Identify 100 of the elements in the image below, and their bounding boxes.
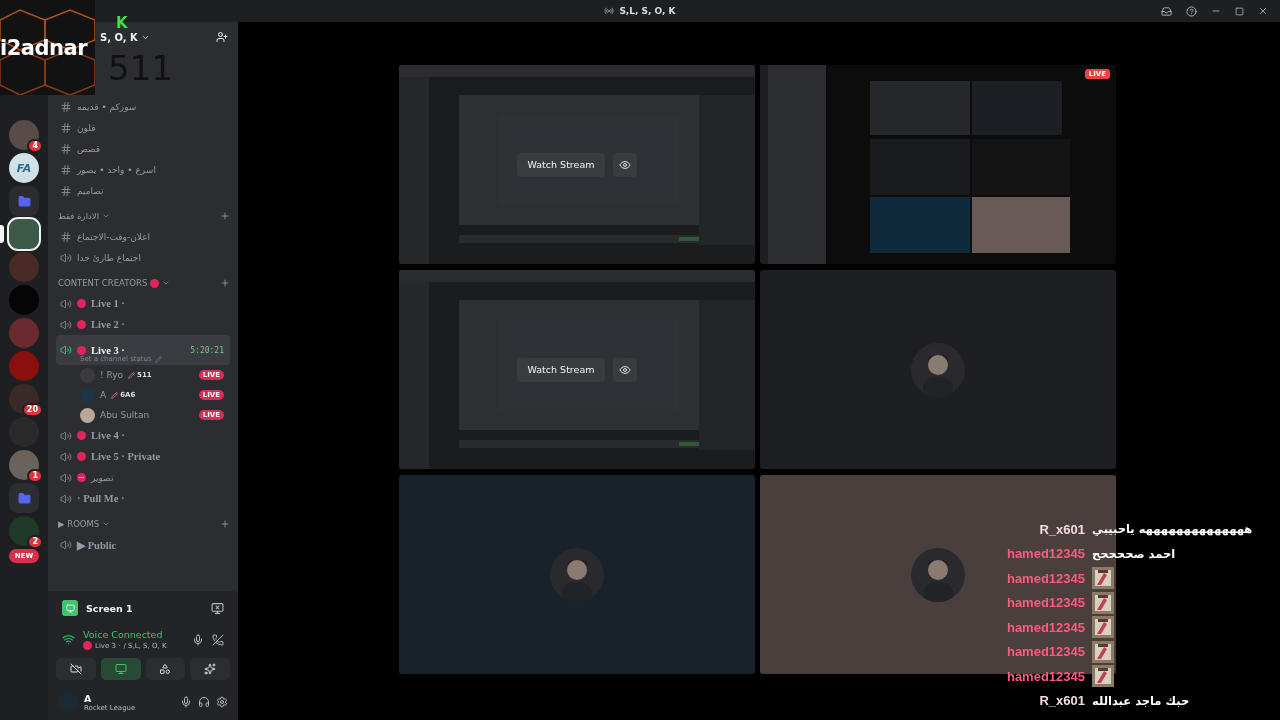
hash-icon bbox=[60, 121, 72, 134]
chat-username: hamed12345 bbox=[1005, 546, 1085, 562]
unread-badge: 1 bbox=[27, 469, 43, 483]
add-channel-icon[interactable] bbox=[220, 519, 230, 529]
chevron-down-icon[interactable] bbox=[102, 212, 111, 220]
preview-button[interactable] bbox=[613, 152, 638, 177]
channel-item[interactable]: تصوير bbox=[56, 467, 230, 488]
voice-control-button[interactable] bbox=[145, 658, 186, 680]
screen-share-icon bbox=[114, 663, 127, 675]
pencil-icon bbox=[128, 371, 136, 379]
channel-item[interactable]: Live 2 · bbox=[56, 314, 230, 335]
record-dot-icon bbox=[83, 641, 92, 650]
stop-stream-icon[interactable] bbox=[211, 601, 224, 615]
call-timer: 5:20:21 bbox=[190, 345, 224, 355]
user-name[interactable]: A bbox=[84, 692, 174, 704]
watch-stream-button[interactable]: Watch Stream bbox=[516, 152, 606, 177]
hash-icon bbox=[60, 184, 72, 197]
server-logo: K bbox=[116, 14, 128, 32]
category-label[interactable]: ▶ ROOMS bbox=[58, 519, 100, 529]
screen-share-title: Screen 1 bbox=[86, 602, 133, 614]
hash-icon bbox=[60, 100, 72, 113]
speaker-icon bbox=[60, 471, 72, 484]
voice-control-button[interactable] bbox=[100, 658, 141, 680]
speaker-icon bbox=[60, 538, 72, 551]
maximize-icon[interactable] bbox=[1235, 6, 1244, 16]
voice-control-button[interactable] bbox=[190, 658, 230, 680]
server-icon[interactable]: FA bbox=[9, 153, 39, 183]
settings-button[interactable] bbox=[216, 696, 228, 708]
member-name[interactable]: A bbox=[100, 390, 107, 400]
chat-username: R_x601 bbox=[1038, 521, 1085, 537]
channel-item[interactable]: Live 1 · bbox=[56, 293, 230, 314]
deafen-button[interactable] bbox=[198, 696, 210, 708]
chat-username: hamed12345 bbox=[1005, 668, 1085, 684]
channel-item[interactable]: اعلان-وقت-الاجتماع bbox=[56, 226, 230, 247]
server-icon[interactable]: 1 bbox=[9, 450, 39, 480]
server-icon[interactable]: 2 bbox=[9, 516, 39, 546]
activities-icon bbox=[159, 663, 172, 675]
channel-item[interactable]: · Pull Me · bbox=[56, 488, 230, 509]
speaker-icon bbox=[60, 251, 72, 264]
server-icon[interactable]: 20 bbox=[9, 384, 39, 414]
channel-item[interactable]: Live 5 · Private bbox=[56, 446, 230, 467]
participant-tile[interactable] bbox=[760, 270, 1116, 469]
voice-status[interactable]: Voice Connected bbox=[83, 629, 184, 640]
pencil-icon bbox=[111, 391, 119, 399]
chevron-down-icon[interactable] bbox=[162, 279, 171, 287]
unread-badge: 20 bbox=[21, 403, 43, 417]
hash-icon bbox=[60, 230, 72, 243]
chat-username: hamed12345 bbox=[1005, 570, 1085, 586]
speaker-icon bbox=[60, 318, 72, 331]
inbox-icon[interactable] bbox=[1161, 5, 1172, 17]
speaker-icon bbox=[60, 297, 72, 310]
hash-icon bbox=[60, 142, 72, 155]
member-name[interactable]: ! Ryo bbox=[100, 370, 124, 380]
channel-item[interactable]: اسرع • واحد • يصور bbox=[56, 159, 230, 180]
selected-indicator bbox=[0, 225, 4, 243]
server-icon[interactable]: 4 bbox=[9, 120, 39, 150]
invite-icon[interactable] bbox=[216, 31, 228, 43]
soundboard-icon bbox=[204, 663, 217, 675]
chat-username: R_x601 bbox=[1038, 693, 1085, 709]
unread-badge: 4 bbox=[27, 139, 43, 153]
chevron-down-icon[interactable] bbox=[102, 520, 111, 528]
watch-stream-button[interactable]: Watch Stream bbox=[516, 357, 606, 382]
eye-icon bbox=[619, 363, 632, 376]
camera-off-icon bbox=[69, 663, 82, 675]
voice-control-button[interactable] bbox=[56, 658, 96, 680]
server-folder[interactable] bbox=[9, 483, 39, 513]
disconnect-button[interactable] bbox=[212, 633, 224, 646]
category-label[interactable]: الادارة فقط bbox=[58, 211, 100, 221]
member-name[interactable]: Abu Sultan bbox=[100, 410, 150, 420]
participant-tile[interactable] bbox=[399, 475, 755, 674]
server-name[interactable]: S, O, K bbox=[100, 31, 138, 43]
speaker-icon bbox=[60, 492, 72, 505]
chat-message: احمد صححححح bbox=[1092, 546, 1176, 561]
speaker-icon bbox=[60, 344, 72, 356]
mute-button[interactable] bbox=[180, 696, 192, 708]
server-folder[interactable] bbox=[9, 186, 39, 216]
close-icon[interactable] bbox=[1258, 6, 1268, 16]
hash-icon bbox=[60, 163, 72, 176]
stream-tile[interactable]: Watch Stream bbox=[399, 65, 755, 264]
help-icon[interactable] bbox=[1186, 5, 1197, 17]
connection-icon bbox=[62, 633, 75, 646]
channel-item[interactable]: ▶ Public bbox=[56, 534, 230, 555]
chat-message: ههههههههههههههه ياحبيبي bbox=[1092, 522, 1253, 537]
channel-item[interactable]: اجتماع طارئ جدا bbox=[56, 247, 230, 268]
channel-item[interactable]: تصاميم bbox=[56, 180, 230, 201]
add-channel-icon[interactable] bbox=[220, 211, 230, 221]
add-channel-icon[interactable] bbox=[220, 278, 230, 288]
channel-item[interactable]: سوركم • قديمه bbox=[56, 96, 230, 117]
channel-item[interactable]: Live 4 · bbox=[56, 425, 230, 446]
server-logo: FA bbox=[16, 161, 32, 175]
channel-item[interactable]: قلون bbox=[56, 117, 230, 138]
chat-username: hamed12345 bbox=[1005, 595, 1085, 611]
unread-badge: 2 bbox=[27, 535, 43, 549]
channel-item[interactable]: قصص bbox=[56, 138, 230, 159]
screen-app-icon bbox=[62, 600, 78, 616]
window-title: S,L, S, O, K bbox=[619, 6, 676, 16]
stream-tile[interactable]: Watch Stream bbox=[399, 270, 755, 469]
preview-button[interactable] bbox=[613, 357, 638, 382]
chat-message: حبك ماجد عبدالله bbox=[1092, 693, 1190, 708]
category-label[interactable]: CONTENT CREATORS bbox=[58, 278, 148, 288]
